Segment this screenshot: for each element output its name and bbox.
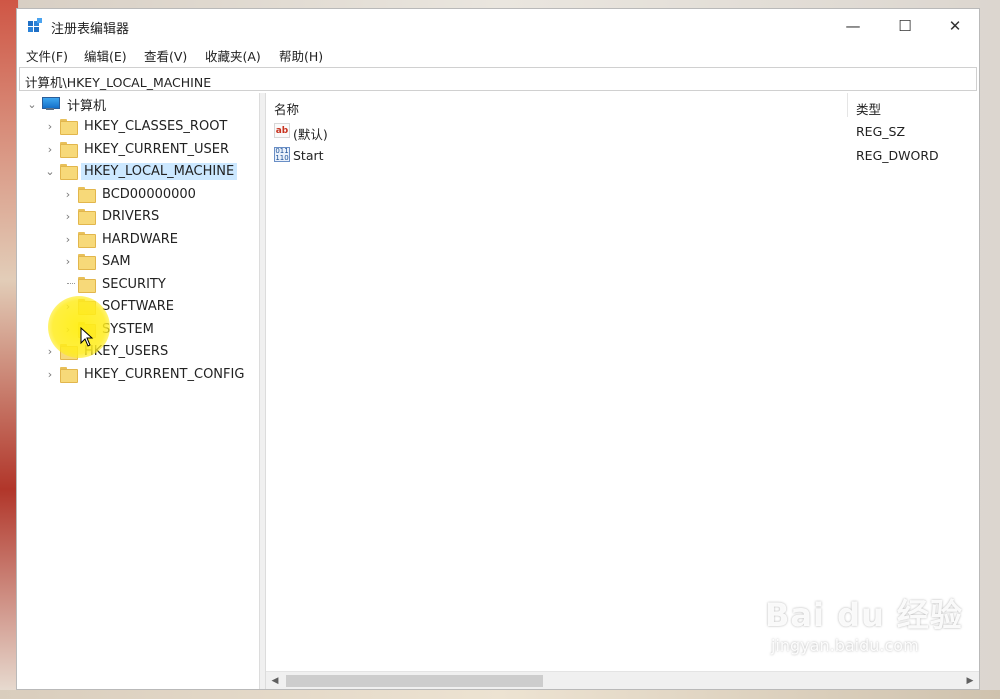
string-value-icon: ab	[274, 123, 290, 138]
menu-favorites[interactable]: 收藏夹(A)	[205, 46, 261, 65]
tree-item-sam[interactable]: › SAM	[61, 250, 134, 272]
tree-item-label: SECURITY	[102, 276, 166, 292]
column-header-name[interactable]: 名称	[266, 93, 848, 117]
title-bar[interactable]: 注册表编辑器 — ☐ ✕	[17, 9, 979, 43]
close-button[interactable]: ✕	[929, 9, 981, 43]
table-row[interactable]: 011 110 Start REG_DWORD	[266, 143, 979, 167]
computer-icon	[41, 97, 60, 111]
background-desktop-bottom	[0, 690, 1000, 699]
folder-icon	[60, 367, 78, 383]
chevron-right-icon[interactable]: ›	[43, 363, 57, 385]
menu-edit[interactable]: 编辑(E)	[84, 46, 127, 65]
menu-file[interactable]: 文件(F)	[26, 46, 68, 65]
scroll-left-icon[interactable]: ◀	[266, 672, 284, 690]
value-name: Start	[293, 148, 324, 163]
horizontal-scrollbar[interactable]: ◀ ▶	[266, 671, 979, 689]
tree-item-security[interactable]: SECURITY	[61, 273, 169, 295]
menu-bar: 文件(F) 编辑(E) 查看(V) 收藏夹(A) 帮助(H)	[17, 43, 979, 65]
chevron-right-icon[interactable]: ›	[43, 115, 57, 137]
tree-item-label: DRIVERS	[102, 208, 160, 224]
binary-value-icon: 011 110	[274, 146, 290, 162]
menu-help[interactable]: 帮助(H)	[279, 46, 323, 65]
folder-icon	[78, 277, 96, 293]
folder-open-icon	[60, 164, 78, 180]
tree-item-computer[interactable]: ⌄ 计算机	[25, 93, 109, 115]
baidu-jingyan-watermark: Bai du 经验 jingyan.baidu.com	[765, 590, 963, 655]
tree-item-label: HARDWARE	[102, 231, 178, 247]
chevron-right-icon[interactable]: ›	[61, 250, 75, 272]
tree-item-label: BCD00000000	[102, 186, 196, 202]
folder-icon	[78, 187, 96, 203]
tree-item-label: HKEY_CLASSES_ROOT	[84, 118, 228, 134]
key-tree-pane[interactable]: ⌄ 计算机 › HKEY_CLASSES_ROOT › HKEY_CURRENT…	[17, 93, 260, 689]
address-bar[interactable]: 计算机\HKEY_LOCAL_MACHINE	[19, 67, 977, 91]
chevron-down-icon[interactable]: ⌄	[43, 160, 57, 182]
scroll-right-icon[interactable]: ▶	[961, 672, 979, 690]
tree-item-bcd00000000[interactable]: › BCD00000000	[61, 183, 199, 205]
tree-item-hkey-local-machine[interactable]: ⌄ HKEY_LOCAL_MACHINE	[43, 160, 238, 182]
tree-item-hkey-current-user[interactable]: › HKEY_CURRENT_USER	[43, 138, 232, 160]
tree-item-label: 计算机	[67, 98, 107, 114]
chevron-right-icon[interactable]: ›	[61, 228, 75, 250]
value-name: (默认)	[293, 127, 328, 142]
click-highlight	[48, 296, 110, 358]
folder-icon	[78, 232, 96, 248]
scrollbar-thumb[interactable]	[286, 675, 543, 687]
watermark-brand: Bai du 经验	[765, 596, 963, 634]
value-type: REG_DWORD	[856, 148, 939, 163]
tree-item-hkey-current-config[interactable]: › HKEY_CURRENT_CONFIG	[43, 363, 247, 385]
folder-icon	[60, 142, 78, 158]
tree-item-drivers[interactable]: › DRIVERS	[61, 205, 162, 227]
minimize-button[interactable]: —	[827, 9, 879, 43]
chevron-right-icon[interactable]: ›	[43, 138, 57, 160]
window-title: 注册表编辑器	[51, 22, 130, 37]
tree-item-label: HKEY_CURRENT_CONFIG	[84, 366, 245, 382]
column-header-type[interactable]: 类型	[848, 93, 979, 117]
folder-icon	[78, 209, 96, 225]
watermark-url: jingyan.baidu.com	[771, 636, 919, 655]
tree-item-hardware[interactable]: › HARDWARE	[61, 228, 181, 250]
tree-connector	[61, 273, 75, 295]
mouse-cursor-icon	[80, 327, 94, 347]
menu-view[interactable]: 查看(V)	[144, 46, 187, 65]
registry-editor-icon	[28, 18, 42, 32]
maximize-button[interactable]: ☐	[879, 9, 931, 43]
tree-item-hkey-classes-root[interactable]: › HKEY_CLASSES_ROOT	[43, 115, 230, 137]
tree-item-label: SOFTWARE	[102, 298, 174, 314]
chevron-right-icon[interactable]: ›	[61, 205, 75, 227]
folder-icon	[60, 119, 78, 135]
tree-item-label: SAM	[102, 253, 131, 269]
chevron-down-icon[interactable]: ⌄	[25, 93, 39, 115]
tree-item-label: HKEY_CURRENT_USER	[84, 141, 230, 157]
folder-icon	[78, 254, 96, 270]
value-type: REG_SZ	[856, 124, 906, 139]
tree-item-label: HKEY_LOCAL_MACHINE	[81, 162, 238, 180]
chevron-right-icon[interactable]: ›	[61, 183, 75, 205]
table-row[interactable]: ab (默认) REG_SZ	[266, 119, 979, 143]
